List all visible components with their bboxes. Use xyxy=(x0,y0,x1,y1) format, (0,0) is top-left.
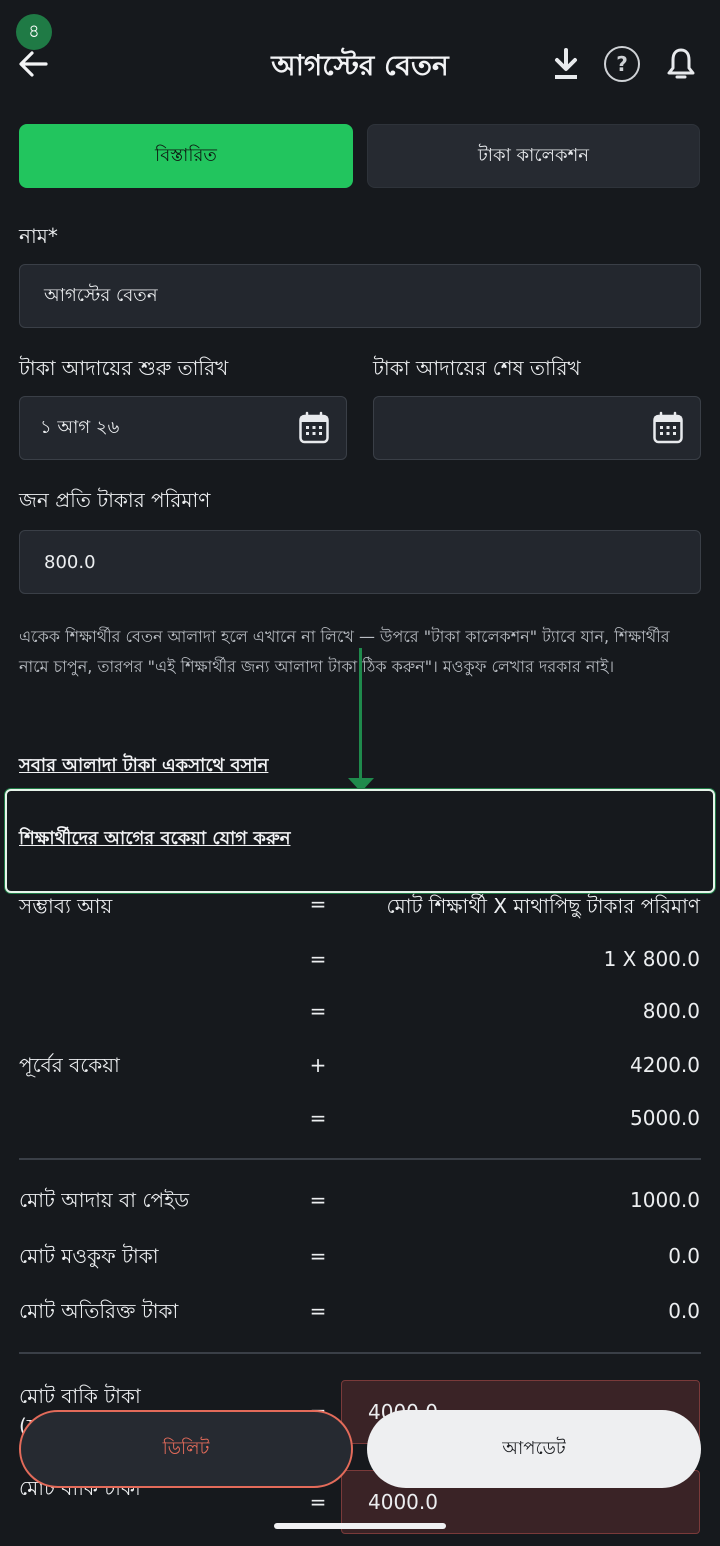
add-previous-dues-link[interactable]: শিক্ষার্থীদের আগের বকেয়া যোগ করুন xyxy=(19,824,291,855)
total-value: 1000.0 xyxy=(630,1188,700,1212)
total-value: 0.0 xyxy=(668,1299,700,1323)
summary-operator: = xyxy=(309,947,327,971)
summary-value: 4200.0 xyxy=(630,1053,700,1077)
due-operator: = xyxy=(309,1490,327,1514)
summary-operator: = xyxy=(309,892,327,916)
total-value: 0.0 xyxy=(668,1244,700,1268)
summary-operator: = xyxy=(309,999,327,1023)
download-icon xyxy=(555,48,577,79)
start-date-value: ১ আগ ২৬ xyxy=(40,416,120,438)
calendar-icon[interactable] xyxy=(652,411,684,445)
guide-arrow-line xyxy=(359,648,362,780)
summary-label: সম্ভাব্য আয় xyxy=(19,894,113,918)
summary-operator: = xyxy=(309,1106,327,1130)
help-icon: ? xyxy=(616,52,628,76)
notifications-button[interactable] xyxy=(661,44,701,84)
delete-button[interactable]: ডিলিট xyxy=(19,1410,353,1488)
home-indicator[interactable] xyxy=(274,1523,446,1529)
summary-value: মোট শিক্ষার্থী X মাথাপিছু টাকার পরিমাণ xyxy=(386,894,701,918)
summary-value: 5000.0 xyxy=(630,1106,700,1130)
back-arrow-icon xyxy=(19,51,48,77)
summary-value: 1 X 800.0 xyxy=(603,947,700,971)
total-label: মোট অতিরিক্ত টাকা xyxy=(19,1299,179,1323)
name-field[interactable]: আগস্টের বেতন xyxy=(19,264,701,328)
help-button[interactable]: ? xyxy=(604,46,640,82)
amount-label: জন প্রতি টাকার পরিমাণ xyxy=(19,488,211,512)
download-button[interactable] xyxy=(546,44,586,84)
tab-collection[interactable]: টাকা কালেকশন xyxy=(367,124,700,188)
divider xyxy=(19,1158,701,1160)
total-operator: = xyxy=(309,1188,327,1212)
summary-label: পূর্বের বকেয়া xyxy=(19,1053,120,1077)
total-label: মোট আদায় বা পেইড xyxy=(19,1188,190,1212)
due-value: 4000.0 xyxy=(368,1490,438,1514)
divider xyxy=(19,1352,701,1354)
amount-field[interactable]: 800.0 xyxy=(19,530,701,594)
total-label: মোট মওকুফ টাকা xyxy=(19,1244,159,1268)
end-date-field[interactable] xyxy=(373,396,701,460)
start-date-field[interactable]: ১ আগ ২৬ xyxy=(19,396,347,460)
set-all-amounts-link[interactable]: সবার আলাদা টাকা একসাথে বসান xyxy=(19,751,268,782)
start-date-label: টাকা আদায়ের শুরু তারিখ xyxy=(19,356,229,380)
amount-value: 800.0 xyxy=(44,551,96,573)
step-badge: ৪ xyxy=(16,14,52,50)
name-value: আগস্টের বেতন xyxy=(44,284,158,306)
update-button[interactable]: আপডেট xyxy=(367,1410,701,1488)
calendar-icon[interactable] xyxy=(298,411,330,445)
back-button[interactable] xyxy=(16,46,52,82)
bell-icon xyxy=(667,48,695,79)
total-operator: = xyxy=(309,1299,327,1323)
summary-value: 800.0 xyxy=(642,999,700,1023)
tab-details[interactable]: বিস্তারিত xyxy=(19,124,353,188)
total-operator: = xyxy=(309,1244,327,1268)
end-date-label: টাকা আদায়ের শেষ তারিখ xyxy=(373,356,581,380)
summary-operator: + xyxy=(309,1053,327,1077)
name-label: নাম* xyxy=(19,224,58,248)
page-title: আগস্টের বেতন xyxy=(271,49,449,82)
